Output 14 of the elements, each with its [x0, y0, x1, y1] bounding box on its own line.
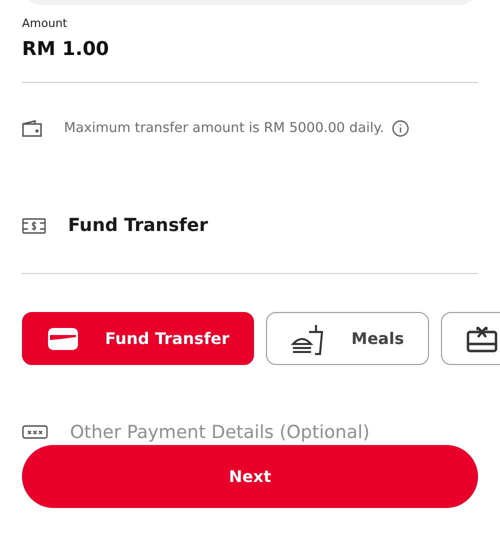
card-icon [47, 326, 79, 350]
category-chip[interactable]: Meals [266, 312, 429, 365]
info-icon[interactable] [392, 120, 410, 136]
wallet-icon [22, 120, 42, 136]
next-button[interactable]: Next [22, 445, 478, 508]
category-chip[interactable]: Fund Transfer [22, 312, 254, 365]
limit-note: Maximum transfer amount is RM 5000.00 daily. [64, 120, 384, 136]
amount-value: RM 1.00 [22, 38, 110, 60]
cash-icon [22, 218, 46, 234]
category-chip[interactable] [440, 312, 500, 365]
gift-card-icon [466, 324, 498, 352]
purpose-value: Fund Transfer [68, 215, 208, 236]
amount-label: Amount [22, 16, 68, 30]
keypad-icon [22, 425, 48, 439]
